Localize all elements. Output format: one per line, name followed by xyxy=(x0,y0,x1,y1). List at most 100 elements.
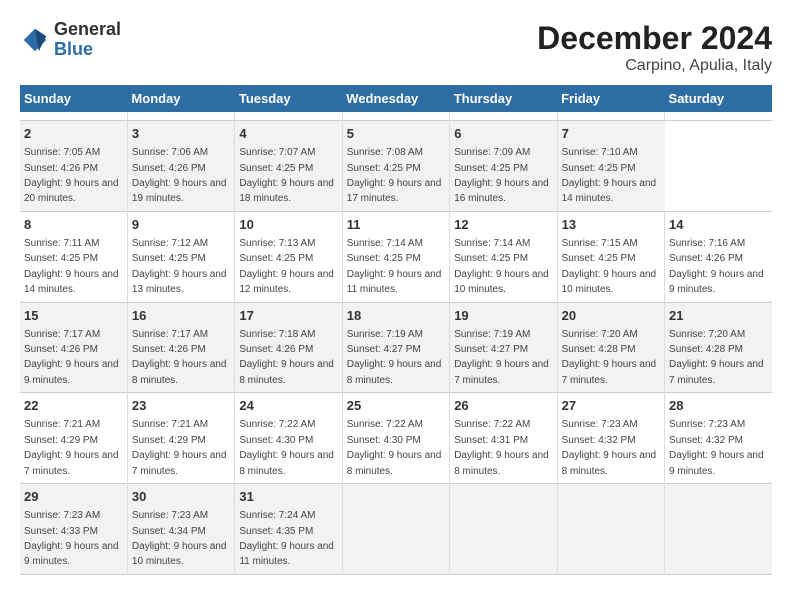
day-info: Sunrise: 7:24 AMSunset: 4:35 PMDaylight:… xyxy=(239,510,334,567)
calendar-header-row: SundayMondayTuesdayWednesdayThursdayFrid… xyxy=(20,85,772,112)
day-number: 11 xyxy=(347,216,445,234)
calendar-cell: 3 Sunrise: 7:06 AMSunset: 4:26 PMDaylight… xyxy=(127,121,234,212)
day-info: Sunrise: 7:10 AMSunset: 4:25 PMDaylight:… xyxy=(562,147,657,204)
day-number: 28 xyxy=(669,397,768,415)
day-number: 18 xyxy=(347,307,445,325)
calendar-cell: 11 Sunrise: 7:14 AMSunset: 4:25 PMDayligh… xyxy=(342,211,449,302)
day-info: Sunrise: 7:22 AMSunset: 4:30 PMDaylight:… xyxy=(239,419,334,476)
day-info: Sunrise: 7:05 AMSunset: 4:26 PMDaylight:… xyxy=(24,147,119,204)
day-number: 4 xyxy=(239,125,337,143)
day-number: 13 xyxy=(562,216,660,234)
day-header-wednesday: Wednesday xyxy=(342,85,449,112)
day-info: Sunrise: 7:20 AMSunset: 4:28 PMDaylight:… xyxy=(562,329,657,386)
calendar-week-row: 29 Sunrise: 7:23 AMSunset: 4:33 PMDayligh… xyxy=(20,484,772,575)
calendar-cell: 18Sunrise: 7:19 AMSunset: 4:27 PMDayligh… xyxy=(342,302,449,393)
day-number: 27 xyxy=(562,397,660,415)
calendar-cell: 9Sunrise: 7:12 AMSunset: 4:25 PMDaylight… xyxy=(127,211,234,302)
day-number: 30 xyxy=(132,488,230,506)
day-number: 26 xyxy=(454,397,552,415)
calendar-cell xyxy=(557,112,664,121)
day-info: Sunrise: 7:13 AMSunset: 4:25 PMDaylight:… xyxy=(239,238,334,295)
day-number: 22 xyxy=(24,397,123,415)
logo-line1: General xyxy=(54,20,121,40)
day-header-tuesday: Tuesday xyxy=(235,85,342,112)
day-number: 3 xyxy=(132,125,230,143)
calendar-cell: 7 Sunrise: 7:10 AMSunset: 4:25 PMDaylight… xyxy=(557,121,664,212)
day-info: Sunrise: 7:23 AMSunset: 4:34 PMDaylight:… xyxy=(132,510,227,567)
calendar-week-row: 15Sunrise: 7:17 AMSunset: 4:26 PMDayligh… xyxy=(20,302,772,393)
day-number: 17 xyxy=(239,307,337,325)
day-info: Sunrise: 7:18 AMSunset: 4:26 PMDaylight:… xyxy=(239,329,334,386)
calendar-cell: 8Sunrise: 7:11 AMSunset: 4:25 PMDaylight… xyxy=(20,211,127,302)
day-number: 7 xyxy=(562,125,661,143)
calendar-cell xyxy=(557,484,664,575)
calendar-cell: 14Sunrise: 7:16 AMSunset: 4:26 PMDayligh… xyxy=(665,211,772,302)
calendar-cell: 30 Sunrise: 7:23 AMSunset: 4:34 PMDayligh… xyxy=(127,484,234,575)
calendar-cell: 10 Sunrise: 7:13 AMSunset: 4:25 PMDayligh… xyxy=(235,211,342,302)
day-info: Sunrise: 7:15 AMSunset: 4:25 PMDaylight:… xyxy=(562,238,657,295)
calendar-cell: 15Sunrise: 7:17 AMSunset: 4:26 PMDayligh… xyxy=(20,302,127,393)
logo-line2: Blue xyxy=(54,40,121,60)
calendar-cell xyxy=(342,484,449,575)
day-info: Sunrise: 7:23 AMSunset: 4:33 PMDaylight:… xyxy=(24,510,119,567)
calendar-cell: 2 Sunrise: 7:05 AMSunset: 4:26 PMDaylight… xyxy=(20,121,127,212)
day-info: Sunrise: 7:07 AMSunset: 4:25 PMDaylight:… xyxy=(239,147,334,204)
calendar-week-row: 22 Sunrise: 7:21 AMSunset: 4:29 PMDayligh… xyxy=(20,393,772,484)
calendar-week-row: 8Sunrise: 7:11 AMSunset: 4:25 PMDaylight… xyxy=(20,211,772,302)
day-number: 21 xyxy=(669,307,768,325)
day-info: Sunrise: 7:23 AMSunset: 4:32 PMDaylight:… xyxy=(562,419,657,476)
calendar-cell: 24 Sunrise: 7:22 AMSunset: 4:30 PMDayligh… xyxy=(235,393,342,484)
day-number: 12 xyxy=(454,216,552,234)
day-info: Sunrise: 7:17 AMSunset: 4:26 PMDaylight:… xyxy=(24,329,119,386)
day-info: Sunrise: 7:14 AMSunset: 4:25 PMDaylight:… xyxy=(454,238,549,295)
calendar-cell xyxy=(450,484,557,575)
calendar-cell: 31Sunrise: 7:24 AMSunset: 4:35 PMDayligh… xyxy=(235,484,342,575)
calendar-week-row: 2 Sunrise: 7:05 AMSunset: 4:26 PMDaylight… xyxy=(20,121,772,212)
day-header-monday: Monday xyxy=(127,85,234,112)
calendar-cell xyxy=(665,112,772,121)
calendar-cell: 13 Sunrise: 7:15 AMSunset: 4:25 PMDayligh… xyxy=(557,211,664,302)
day-info: Sunrise: 7:21 AMSunset: 4:29 PMDaylight:… xyxy=(24,419,119,476)
calendar-cell: 23Sunrise: 7:21 AMSunset: 4:29 PMDayligh… xyxy=(127,393,234,484)
day-number: 29 xyxy=(24,488,123,506)
calendar-cell xyxy=(127,112,234,121)
day-info: Sunrise: 7:17 AMSunset: 4:26 PMDaylight:… xyxy=(132,329,227,386)
day-info: Sunrise: 7:20 AMSunset: 4:28 PMDaylight:… xyxy=(669,329,764,386)
day-info: Sunrise: 7:09 AMSunset: 4:25 PMDaylight:… xyxy=(454,147,549,204)
calendar-cell: 16Sunrise: 7:17 AMSunset: 4:26 PMDayligh… xyxy=(127,302,234,393)
day-number: 10 xyxy=(239,216,337,234)
calendar-cell xyxy=(665,484,772,575)
day-info: Sunrise: 7:21 AMSunset: 4:29 PMDaylight:… xyxy=(132,419,227,476)
calendar-cell: 4 Sunrise: 7:07 AMSunset: 4:25 PMDaylight… xyxy=(235,121,342,212)
calendar-cell: 5Sunrise: 7:08 AMSunset: 4:25 PMDaylight… xyxy=(342,121,449,212)
calendar-cell: 26 Sunrise: 7:22 AMSunset: 4:31 PMDayligh… xyxy=(450,393,557,484)
calendar-cell: 21 Sunrise: 7:20 AMSunset: 4:28 PMDayligh… xyxy=(665,302,772,393)
calendar-cell: 28 Sunrise: 7:23 AMSunset: 4:32 PMDayligh… xyxy=(665,393,772,484)
day-number: 20 xyxy=(562,307,660,325)
day-header-saturday: Saturday xyxy=(665,85,772,112)
day-number: 2 xyxy=(24,125,123,143)
calendar-cell xyxy=(235,112,342,121)
day-info: Sunrise: 7:14 AMSunset: 4:25 PMDaylight:… xyxy=(347,238,442,295)
day-info: Sunrise: 7:23 AMSunset: 4:32 PMDaylight:… xyxy=(669,419,764,476)
calendar-cell: 20 Sunrise: 7:20 AMSunset: 4:28 PMDayligh… xyxy=(557,302,664,393)
calendar-cell: 25Sunrise: 7:22 AMSunset: 4:30 PMDayligh… xyxy=(342,393,449,484)
day-info: Sunrise: 7:22 AMSunset: 4:31 PMDaylight:… xyxy=(454,419,549,476)
logo-text: General Blue xyxy=(54,20,121,60)
title-block: December 2024 Carpino, Apulia, Italy xyxy=(537,20,772,75)
calendar-cell: 27 Sunrise: 7:23 AMSunset: 4:32 PMDayligh… xyxy=(557,393,664,484)
calendar-cell xyxy=(20,112,127,121)
day-number: 24 xyxy=(239,397,337,415)
day-number: 6 xyxy=(454,125,552,143)
day-info: Sunrise: 7:06 AMSunset: 4:26 PMDaylight:… xyxy=(132,147,227,204)
day-header-thursday: Thursday xyxy=(450,85,557,112)
calendar-cell: 19Sunrise: 7:19 AMSunset: 4:27 PMDayligh… xyxy=(450,302,557,393)
calendar-cell: 29 Sunrise: 7:23 AMSunset: 4:33 PMDayligh… xyxy=(20,484,127,575)
calendar-cell: 17 Sunrise: 7:18 AMSunset: 4:26 PMDayligh… xyxy=(235,302,342,393)
calendar-table: SundayMondayTuesdayWednesdayThursdayFrid… xyxy=(20,85,772,575)
calendar-cell: 6 Sunrise: 7:09 AMSunset: 4:25 PMDaylight… xyxy=(450,121,557,212)
day-number: 19 xyxy=(454,307,552,325)
calendar-cell xyxy=(450,112,557,121)
day-number: 14 xyxy=(669,216,768,234)
day-number: 5 xyxy=(347,125,445,143)
